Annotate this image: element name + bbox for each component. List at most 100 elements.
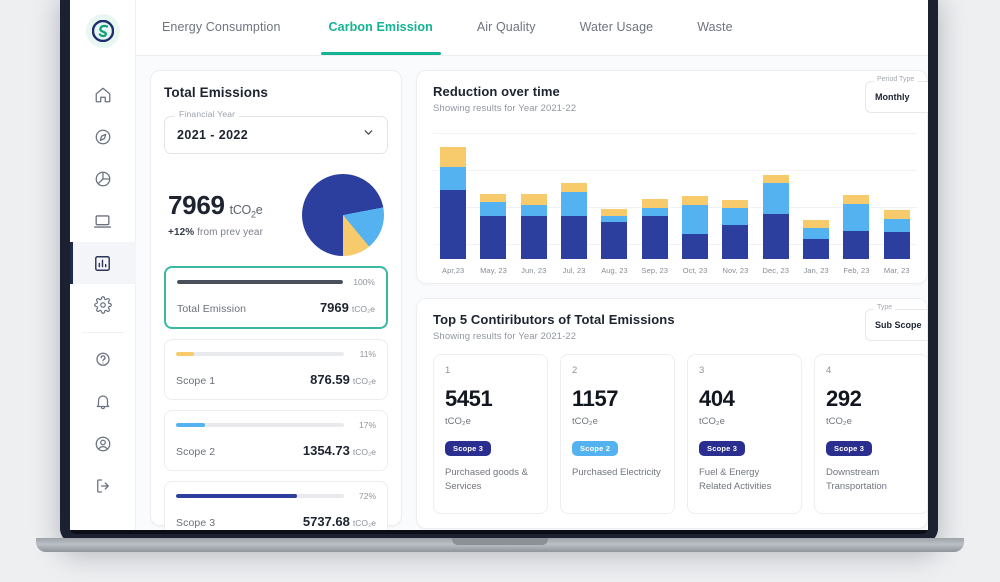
bar-segment bbox=[682, 234, 708, 259]
x-axis-label: Apr,23 bbox=[433, 266, 473, 275]
bar-segment bbox=[601, 209, 627, 217]
stat-label: Scope 3 bbox=[176, 517, 215, 529]
tab-carbon-emission[interactable]: Carbon Emission bbox=[307, 0, 455, 55]
contributor-card[interactable]: 3404tCO₂eScope 3Fuel & Energy Related Ac… bbox=[687, 354, 802, 514]
contributors-title: Top 5 Contiributors of Total Emissions bbox=[433, 312, 911, 327]
bar-segment bbox=[763, 183, 789, 214]
bar-column[interactable] bbox=[715, 147, 755, 259]
bar-segment bbox=[843, 195, 869, 204]
contributor-card[interactable]: 15451tCO₂eScope 3Purchased goods & Servi… bbox=[433, 354, 548, 514]
tab-waste[interactable]: Waste bbox=[675, 0, 754, 55]
bar-column[interactable] bbox=[433, 147, 473, 259]
main-area: Energy Consumption Carbon Emission Air Q… bbox=[136, 0, 928, 530]
sidebar-item-reports[interactable] bbox=[70, 242, 136, 284]
bar-column[interactable] bbox=[554, 147, 594, 259]
x-axis-label: Dec, 23 bbox=[756, 266, 796, 275]
bar-stack bbox=[440, 147, 466, 259]
stat-label: Scope 1 bbox=[176, 375, 215, 387]
stat-label: Total Emission bbox=[177, 303, 246, 315]
progress-row: 17% bbox=[176, 420, 376, 430]
kpi-row: 7969tCO2e +12% from prev year bbox=[164, 174, 388, 256]
scope-stat-card[interactable]: 72%Scope 35737.68tCO₂e bbox=[164, 481, 388, 530]
bar-segment bbox=[884, 232, 910, 259]
contributor-rank: 4 bbox=[826, 365, 917, 376]
financial-year-select[interactable]: Financial Year 2021 - 2022 bbox=[164, 116, 388, 154]
sidebar-item-settings[interactable] bbox=[70, 284, 136, 326]
bar-segment bbox=[722, 208, 748, 226]
progress-percent: 11% bbox=[352, 349, 376, 359]
type-select[interactable]: Type Sub Scope bbox=[865, 309, 928, 341]
bar-stack bbox=[722, 200, 748, 259]
contributor-description: Downstream Transportation bbox=[826, 466, 917, 494]
reduction-subtitle: Showing results for Year 2021-22 bbox=[433, 103, 911, 114]
total-emissions-card: Total Emissions Financial Year 2021 - 20… bbox=[150, 70, 402, 526]
x-axis-label: Jan, 23 bbox=[796, 266, 836, 275]
user-circle-icon bbox=[94, 435, 112, 453]
bar-segment bbox=[763, 175, 789, 183]
stat-bottom: Scope 35737.68tCO₂e bbox=[176, 513, 376, 530]
scope-stat-card[interactable]: 100%Total Emission7969tCO₂e bbox=[164, 266, 388, 329]
scope-badge: Scope 3 bbox=[445, 441, 491, 456]
stat-bottom: Scope 1 876.59tCO₂e bbox=[176, 371, 376, 389]
bell-icon bbox=[94, 393, 112, 411]
bar-stack bbox=[601, 209, 627, 259]
contributor-card[interactable]: 21157tCO₂eScope 2Purchased Electricity bbox=[560, 354, 675, 514]
tab-air-quality[interactable]: Air Quality bbox=[455, 0, 558, 55]
bar-column[interactable] bbox=[796, 147, 836, 259]
bar-column[interactable] bbox=[594, 147, 634, 259]
bar-column[interactable] bbox=[514, 147, 554, 259]
bar-segment bbox=[803, 228, 829, 239]
contributor-description: Fuel & Energy Related Activities bbox=[699, 466, 790, 494]
contributor-rank: 1 bbox=[445, 365, 536, 376]
sidebar-item-account[interactable] bbox=[70, 423, 136, 465]
stat-value: 5737.68 bbox=[303, 514, 350, 529]
bar-segment bbox=[682, 205, 708, 234]
dashboard-content: Total Emissions Financial Year 2021 - 20… bbox=[136, 56, 928, 529]
bar-segment bbox=[722, 200, 748, 208]
bar-column[interactable] bbox=[635, 147, 675, 259]
bar-stack bbox=[642, 199, 668, 259]
bar-segment bbox=[884, 219, 910, 232]
bar-column[interactable] bbox=[877, 147, 917, 259]
bar-segment bbox=[843, 231, 869, 259]
bar-segment bbox=[521, 194, 547, 205]
logout-icon bbox=[94, 477, 112, 495]
progress-fill bbox=[177, 280, 343, 284]
sidebar-item-logout[interactable] bbox=[70, 465, 136, 507]
bar-column[interactable] bbox=[756, 147, 796, 259]
progress-fill bbox=[176, 494, 297, 498]
bar-chart: Apr,23May, 23Jun, 23Jul, 23Aug, 23Sep, 2… bbox=[433, 133, 917, 259]
x-axis-label: Jun, 23 bbox=[514, 266, 554, 275]
x-axis-label: Oct, 23 bbox=[675, 266, 715, 275]
scope-badge: Scope 3 bbox=[699, 441, 745, 456]
scope-stat-card[interactable]: 11% Scope 1 876.59tCO₂e bbox=[164, 339, 388, 400]
bar-column[interactable] bbox=[836, 147, 876, 259]
sidebar-item-help[interactable] bbox=[70, 339, 136, 381]
bar-segment bbox=[843, 204, 869, 231]
stat-value-group: 876.59tCO₂e bbox=[310, 371, 376, 389]
bar-column[interactable] bbox=[675, 147, 715, 259]
bar-column[interactable] bbox=[473, 147, 513, 259]
tab-water-usage[interactable]: Water Usage bbox=[558, 0, 676, 55]
contributor-card[interactable]: 4292tCO₂eScope 3Downstream Transportatio… bbox=[814, 354, 928, 514]
scope-stat-card[interactable]: 17%Scope 21354.73tCO₂e bbox=[164, 410, 388, 471]
kpi-unit-post: e bbox=[256, 203, 263, 217]
sidebar-item-home[interactable] bbox=[70, 74, 136, 116]
bar-stack bbox=[803, 220, 829, 259]
financial-year-control[interactable]: 2021 - 2022 bbox=[164, 116, 388, 154]
bar-segment bbox=[803, 220, 829, 228]
tab-energy-consumption[interactable]: Energy Consumption bbox=[162, 0, 307, 55]
stat-value: 7969 bbox=[320, 300, 349, 315]
period-type-select[interactable]: Period Type Monthly bbox=[865, 81, 928, 113]
sidebar-item-analytics[interactable] bbox=[70, 158, 136, 200]
stat-value-group: 1354.73tCO₂e bbox=[303, 442, 376, 460]
page-title: Total Emissions bbox=[164, 85, 388, 100]
sidebar-item-explore[interactable] bbox=[70, 116, 136, 158]
sidebar-item-devices[interactable] bbox=[70, 200, 136, 242]
sidebar-item-notifications[interactable] bbox=[70, 381, 136, 423]
period-type-value: Monthly bbox=[875, 92, 910, 102]
bar-chart-icon bbox=[93, 254, 112, 273]
contributor-unit: tCO₂e bbox=[826, 416, 917, 427]
app-logo[interactable] bbox=[86, 14, 120, 48]
bar-segment bbox=[440, 147, 466, 167]
